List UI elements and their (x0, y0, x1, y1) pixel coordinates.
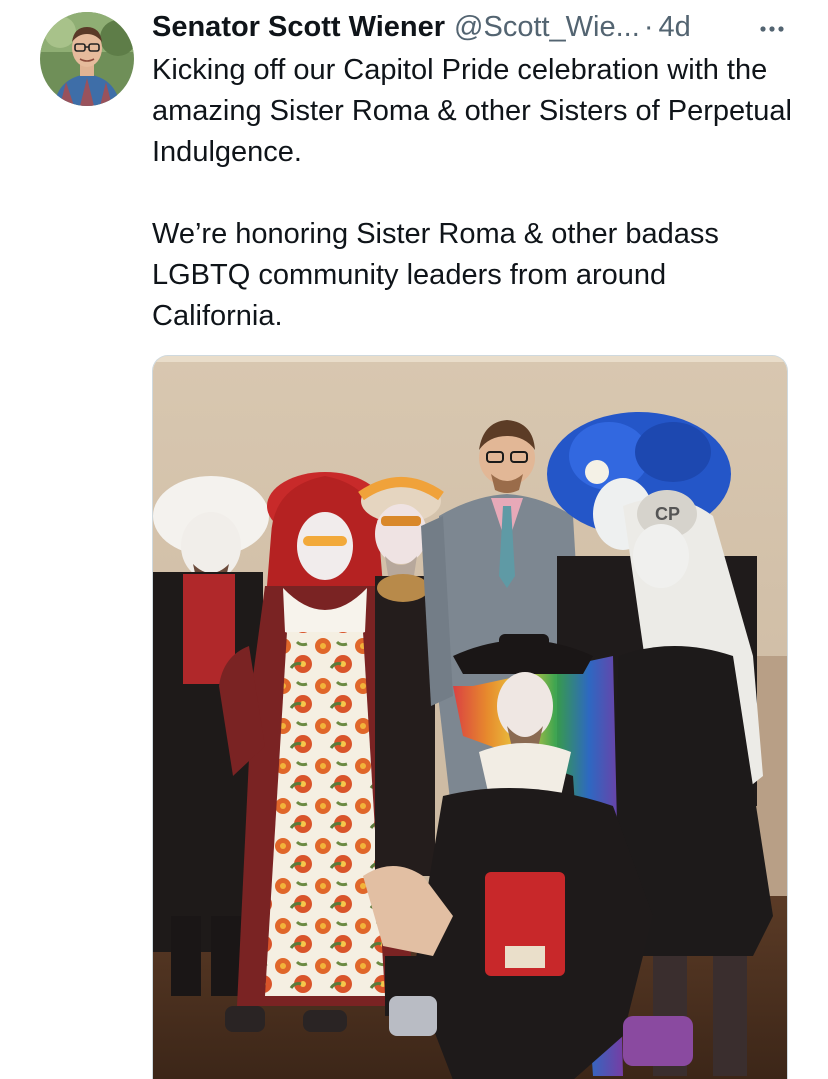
tweet-photo[interactable]: CP (152, 355, 788, 1079)
tweet-text: Kicking off our Capitol Pride celebratio… (152, 54, 792, 332)
author-display-name[interactable]: Senator Scott Wiener (152, 11, 445, 44)
author-handle[interactable]: @Scott_Wie... (454, 11, 640, 44)
more-horizontal-icon (760, 26, 784, 32)
cp-badge-text: CP (655, 504, 680, 524)
header-separator: · (643, 10, 654, 43)
tweet-header: Senator Scott Wiener @Scott_Wie... · 4d (152, 8, 802, 46)
tweet-content: Senator Scott Wiener @Scott_Wie... · 4d … (152, 8, 802, 337)
tweet-timestamp[interactable]: 4d (658, 11, 690, 44)
author-avatar[interactable] (40, 12, 134, 106)
more-options-button[interactable] (752, 14, 792, 44)
